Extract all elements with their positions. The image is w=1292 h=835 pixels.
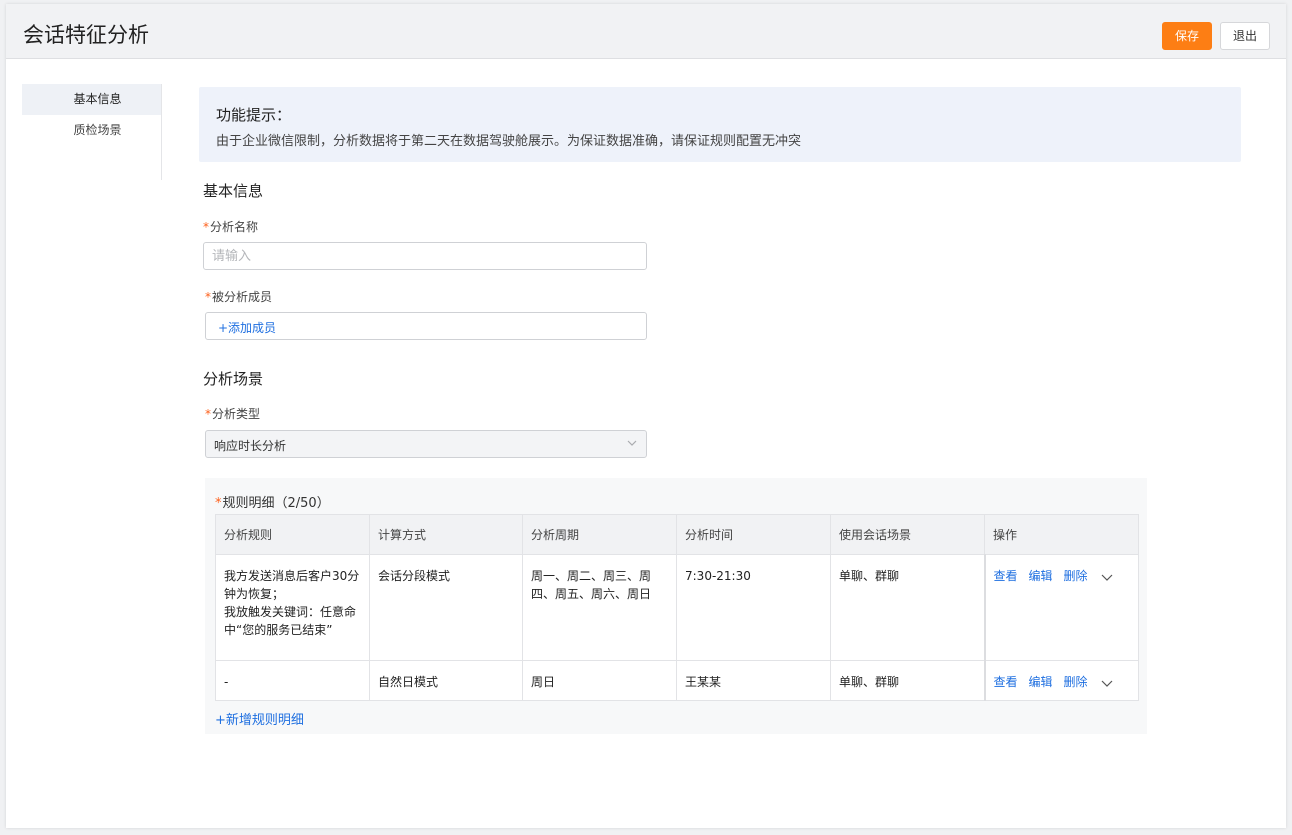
required-mark: * — [203, 220, 209, 234]
required-mark: * — [205, 290, 211, 304]
chevron-down-icon[interactable] — [1101, 677, 1113, 689]
side-navigation: 基本信息 质检场景 — [22, 84, 162, 180]
rules-table: 分析规则 计算方式 分析周期 分析时间 使用会话场景 操作 我方发送消息后客户3… — [215, 514, 1139, 701]
app-window: 会话特征分析 保存 退出 基本信息 质检场景 功能提示： 由于企业微信限制，分析… — [6, 4, 1286, 828]
delete-link[interactable]: 删除 — [1064, 675, 1088, 689]
cell-operations: 查看 编辑 删除 — [983, 554, 1139, 661]
cell-period: 周一、周二、周三、周 四、周五、周六、周日 — [522, 554, 677, 661]
function-tip: 功能提示： 由于企业微信限制，分析数据将于第二天在数据驾驶舱展示。为保证数据准确… — [199, 87, 1241, 162]
chevron-down-icon — [627, 440, 637, 446]
cell-scene: 单聊、群聊 — [830, 660, 985, 701]
analysis-type-value: 响应时长分析 — [214, 439, 287, 453]
column-header: 计算方式 — [369, 514, 523, 555]
chevron-down-icon[interactable] — [1101, 571, 1113, 583]
analysis-type-label-text: 分析类型 — [212, 407, 261, 421]
required-mark: * — [205, 407, 211, 421]
edit-link[interactable]: 编辑 — [1029, 569, 1053, 583]
members-field: +添加成员 — [205, 312, 647, 340]
analysis-name-input[interactable] — [203, 242, 647, 270]
view-link[interactable]: 查看 — [994, 675, 1018, 689]
page-header: 会话特征分析 保存 退出 — [6, 4, 1286, 59]
column-header: 操作 — [984, 514, 1139, 555]
analysis-name-label: *分析名称 — [203, 218, 258, 235]
cell-method: 自然日模式 — [369, 660, 523, 701]
table-row: 我方发送消息后客户30分 钟为恢复； 我放触发关键词：任意命 中“您的服务已结束… — [215, 554, 1139, 661]
analysis-type-label: *分析类型 — [205, 405, 260, 422]
column-header: 使用会话场景 — [830, 514, 985, 555]
rules-label: *规则明细（2/50） — [215, 492, 330, 511]
cell-rule: - — [215, 660, 370, 701]
table-header-row: 分析规则 计算方式 分析周期 分析时间 使用会话场景 操作 — [215, 514, 1139, 555]
exit-button[interactable]: 退出 — [1220, 22, 1270, 50]
required-mark: * — [215, 496, 222, 511]
add-rule-button[interactable]: +新增规则明细 — [215, 709, 304, 728]
page-title: 会话特征分析 — [23, 23, 149, 47]
edit-link[interactable]: 编辑 — [1029, 675, 1053, 689]
members-label-text: 被分析成员 — [212, 290, 273, 304]
cell-rule: 我方发送消息后客户30分 钟为恢复； 我放触发关键词：任意命 中“您的服务已结束… — [215, 554, 370, 661]
cell-method: 会话分段模式 — [369, 554, 523, 661]
cell-operations: 查看 编辑 删除 — [983, 660, 1139, 701]
table-row: - 自然日模式 周日 王某某 单聊、群聊 查看 编辑 删除 — [215, 660, 1139, 701]
section-title-scene: 分析场景 — [203, 370, 264, 388]
cell-time: 王某某 — [676, 660, 831, 701]
members-label: *被分析成员 — [205, 288, 272, 305]
add-member-button[interactable]: +添加成员 — [218, 319, 276, 336]
column-header: 分析时间 — [676, 514, 831, 555]
analysis-type-select[interactable]: 响应时长分析 — [205, 430, 647, 458]
tip-text: 由于企业微信限制，分析数据将于第二天在数据驾驶舱展示。为保证数据准确，请保证规则… — [216, 134, 802, 149]
save-button[interactable]: 保存 — [1162, 22, 1212, 50]
section-title-basic-info: 基本信息 — [203, 182, 264, 200]
sidebar-item-qc-scene[interactable]: 质检场景 — [22, 115, 161, 146]
sidebar-item-basic-info[interactable]: 基本信息 — [22, 84, 161, 115]
rules-label-text: 规则明细（2/50） — [222, 496, 330, 511]
analysis-name-label-text: 分析名称 — [210, 220, 259, 234]
column-header: 分析周期 — [522, 514, 677, 555]
cell-time: 7:30-21:30 — [676, 554, 831, 661]
cell-scene: 单聊、群聊 — [830, 554, 985, 661]
delete-link[interactable]: 删除 — [1064, 569, 1088, 583]
rules-panel: *规则明细（2/50） 分析规则 计算方式 分析周期 分析时间 使用会话场景 操… — [205, 478, 1147, 734]
column-header: 分析规则 — [215, 514, 370, 555]
view-link[interactable]: 查看 — [994, 569, 1018, 583]
cell-period: 周日 — [522, 660, 677, 701]
tip-title: 功能提示： — [216, 106, 292, 124]
